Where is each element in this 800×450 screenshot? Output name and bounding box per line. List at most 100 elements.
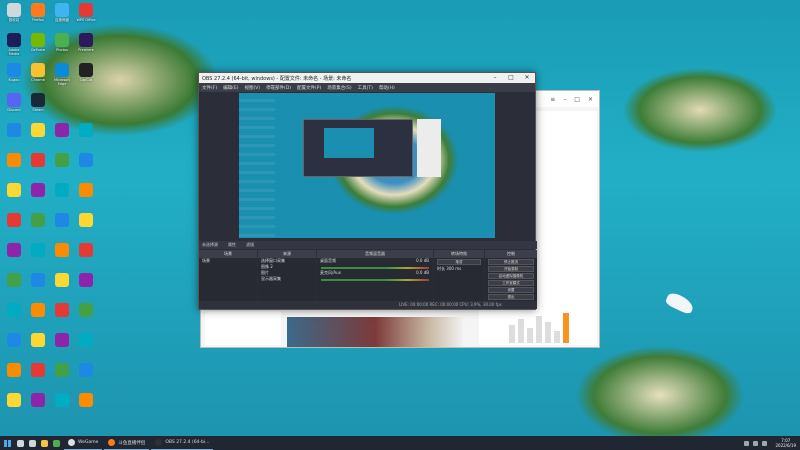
clock[interactable]: 7:07 2022/6/19 <box>771 438 800 448</box>
desktop-icon[interactable] <box>27 243 49 269</box>
menu-item[interactable]: 视图(V) <box>244 85 260 91</box>
video-thumbnail[interactable] <box>287 317 463 347</box>
desktop-icon[interactable] <box>51 333 73 359</box>
desktop-icon[interactable] <box>3 273 25 299</box>
properties-button[interactable]: 属性 <box>228 242 236 248</box>
chrome-taskbar-button[interactable] <box>50 436 62 450</box>
desktop-icon[interactable] <box>51 243 73 269</box>
controls-panel[interactable]: 停止推流 开始录制 启动虚拟摄像机 工作室模式 设置 退出 <box>485 258 537 302</box>
obs-title-bar[interactable]: OBS 27.2.4 (64-bit, windows) - 配置文件: 未命名… <box>199 73 535 83</box>
desktop-icon[interactable] <box>51 183 73 209</box>
desktop-icon[interactable] <box>27 363 49 389</box>
desktop-icon[interactable] <box>27 333 49 359</box>
system-tray[interactable] <box>744 440 771 446</box>
desktop-icon[interactable] <box>27 273 49 299</box>
menu-item[interactable]: 工具(T) <box>358 85 373 91</box>
desktop-icon[interactable] <box>3 213 25 239</box>
volume-icon[interactable] <box>762 440 768 446</box>
desktop-icon[interactable] <box>75 303 97 329</box>
desktop-icon[interactable] <box>3 303 25 329</box>
desktop-icon[interactable] <box>51 393 73 419</box>
desktop-icon[interactable] <box>75 333 97 359</box>
desktop-icon[interactable] <box>51 213 73 239</box>
control-button[interactable]: 开始录制 <box>488 266 534 272</box>
taskbar-app[interactable]: OBS 27.2.4 (64-bi... <box>151 436 214 450</box>
transitions-panel[interactable]: 渐变 时长 300 ms <box>434 258 484 302</box>
desktop-icon[interactable] <box>75 123 97 149</box>
desktop-icon[interactable] <box>27 303 49 329</box>
task-view-taskbar-button[interactable] <box>26 436 38 450</box>
desktop-icon[interactable]: Firefox <box>27 3 49 29</box>
desktop-icon[interactable]: Chrome <box>27 63 49 89</box>
mixer-channel[interactable]: 桌面音频 0.0 dB <box>317 258 433 264</box>
desktop-icon[interactable]: 百度网盘 <box>51 3 73 29</box>
desktop-icon[interactable] <box>27 213 49 239</box>
desktop-icon[interactable]: Microsoft Edge <box>51 63 73 89</box>
menu-item[interactable]: 配置文件(P) <box>297 85 321 91</box>
tray-icon[interactable] <box>744 440 750 446</box>
desktop-icon[interactable] <box>75 393 97 419</box>
desktop-icon[interactable] <box>3 333 25 359</box>
transition-duration[interactable]: 时长 300 ms <box>434 266 484 272</box>
desktop-icon[interactable] <box>3 123 25 149</box>
desktop-icon[interactable]: 回收站 <box>3 3 25 29</box>
desktop-icon[interactable] <box>51 303 73 329</box>
desktop-icon[interactable]: CapCut <box>75 63 97 89</box>
desktop-icon[interactable]: GeForce <box>27 33 49 59</box>
menu-item[interactable]: 停靠部件(D) <box>266 85 291 91</box>
taskbar-app[interactable]: 斗鱼直播伴侣 <box>104 436 150 450</box>
taskbar-app[interactable]: WeGame <box>64 436 103 450</box>
desktop-icon[interactable] <box>3 363 25 389</box>
desktop-icon[interactable] <box>51 363 73 389</box>
desktop-icon[interactable] <box>51 273 73 299</box>
scene-item[interactable]: 场景 <box>199 258 257 264</box>
desktop-icon[interactable] <box>51 123 73 149</box>
desktop-icon[interactable]: Steam <box>27 93 49 119</box>
desktop-icon[interactable] <box>27 393 49 419</box>
desktop-icon[interactable] <box>3 183 25 209</box>
minimize-button[interactable]: – <box>563 96 566 103</box>
minimize-button[interactable]: – <box>487 73 503 83</box>
desktop-icon[interactable]: Discord <box>3 93 25 119</box>
desktop-icon[interactable] <box>75 363 97 389</box>
desktop-icon[interactable] <box>51 153 73 179</box>
desktop-icon[interactable] <box>3 393 25 419</box>
filters-button[interactable]: 滤镜 <box>246 242 254 248</box>
sources-list[interactable]: 选择窗口采集 图像 2 图片 显示器采集 <box>258 258 316 302</box>
desktop-icon[interactable] <box>27 153 49 179</box>
mixer-channel[interactable]: 麦克风/Aux 0.0 dB <box>317 270 433 276</box>
desktop-icon[interactable] <box>75 243 97 269</box>
desktop-icon[interactable]: Adobe Media Encoder <box>3 33 25 59</box>
control-button[interactable]: 设置 <box>488 287 534 293</box>
close-button[interactable]: ✕ <box>519 73 535 83</box>
menu-item[interactable]: 编辑(E) <box>223 85 238 91</box>
menu-icon[interactable]: ≡ <box>550 96 555 103</box>
desktop-icon[interactable] <box>27 123 49 149</box>
audio-mixer[interactable]: 桌面音频 0.0 dB 麦克风/Aux 0.0 dB <box>317 258 433 302</box>
desktop-icon[interactable] <box>75 153 97 179</box>
desktop-icon[interactable]: WPS Office <box>75 3 97 29</box>
control-button[interactable]: 退出 <box>488 294 534 300</box>
desktop-icon[interactable] <box>27 183 49 209</box>
source-item[interactable]: 显示器采集 <box>258 276 316 282</box>
menu-item[interactable]: 场景集合(S) <box>327 85 351 91</box>
desktop-icon[interactable]: Premiere <box>75 33 97 59</box>
transition-select[interactable]: 渐变 <box>437 259 481 265</box>
maximize-button[interactable]: □ <box>574 96 580 103</box>
desktop-icon[interactable] <box>75 183 97 209</box>
control-button[interactable]: 工作室模式 <box>488 280 534 286</box>
desktop-icon[interactable] <box>3 153 25 179</box>
menu-item[interactable]: 文件(F) <box>202 85 217 91</box>
close-button[interactable]: ✕ <box>588 96 593 103</box>
control-button[interactable]: 停止推流 <box>488 259 534 265</box>
duration-value[interactable]: 300 ms <box>446 266 461 271</box>
desktop-icon[interactable] <box>75 213 97 239</box>
scenes-list[interactable]: 场景 <box>199 258 257 302</box>
desktop-icon[interactable]: Photos <box>51 33 73 59</box>
file-explorer-taskbar-button[interactable] <box>38 436 50 450</box>
search-taskbar-button[interactable] <box>14 436 26 450</box>
obs-window[interactable]: OBS 27.2.4 (64-bit, windows) - 配置文件: 未命名… <box>198 72 537 310</box>
desktop-icon[interactable]: Kugou <box>3 63 25 89</box>
desktop-icon[interactable] <box>3 243 25 269</box>
desktop-icon[interactable] <box>75 273 97 299</box>
